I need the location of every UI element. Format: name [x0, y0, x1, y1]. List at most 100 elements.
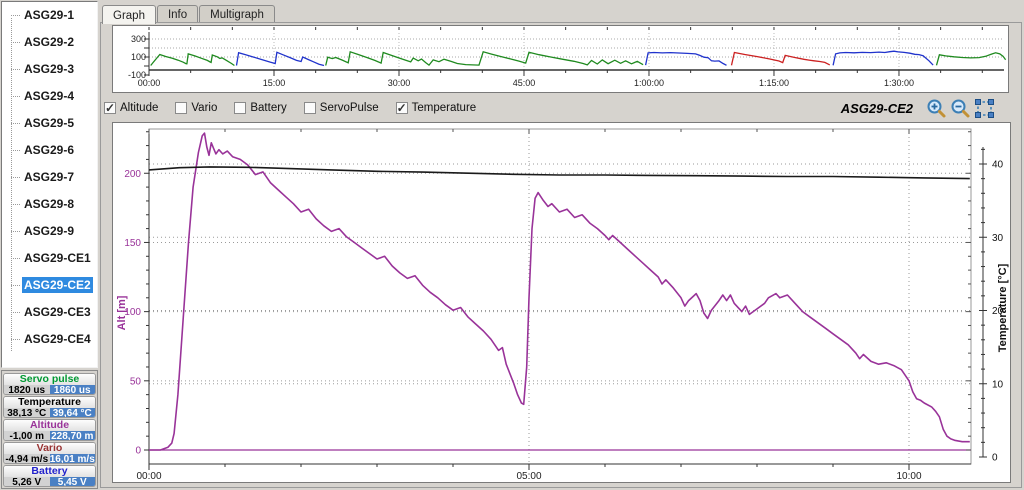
tab-multigraph[interactable]: Multigraph [199, 5, 275, 23]
checkbox-battery-label: Battery [250, 102, 286, 114]
svg-text:0: 0 [135, 446, 141, 457]
sidebar-item-asg29-ce3[interactable]: ASG29-CE3 [2, 299, 97, 326]
temperature-series [149, 167, 970, 179]
flight-label: ASG29-1 [22, 7, 76, 23]
sidebar-item-asg29-9[interactable]: ASG29-9 [2, 218, 97, 245]
checkbox-altitude-box[interactable] [104, 102, 116, 114]
flight-segment-1 [151, 54, 235, 66]
svg-text:Alt [m]: Alt [m] [116, 295, 128, 330]
checkbox-vario-label: Vario [191, 102, 217, 114]
svg-text:10:00: 10:00 [896, 471, 921, 482]
tab-bar: Graph Info Multigraph [102, 2, 276, 23]
selected-model-label: ASG29-CE2 [841, 101, 913, 116]
sidebar-item-asg29-5[interactable]: ASG29-5 [2, 110, 97, 137]
measurement-panel: Servo pulse 1820 us1860 us Temperature 3… [1, 370, 98, 489]
flight-label: ASG29-9 [22, 223, 76, 239]
checkbox-temperature-label: Temperature [412, 102, 477, 114]
svg-text:30:00: 30:00 [388, 78, 411, 88]
svg-text:40: 40 [992, 160, 1004, 171]
checkbox-servopulse-box[interactable] [304, 102, 316, 114]
flight-list-panel: ASG29-1 ASG29-2 ASG29-3 ASG29-4 ASG29-5 … [1, 1, 98, 368]
checkbox-vario-box[interactable] [175, 102, 187, 114]
measurement-label: Altitude [4, 420, 95, 431]
main-chart-svg[interactable]: 05010015020000:0005:0010:00010203040Alt … [113, 123, 1010, 482]
svg-text:00:00: 00:00 [136, 471, 161, 482]
sidebar-item-asg29-ce2[interactable]: ASG29-CE2 [2, 272, 97, 299]
checkbox-altitude[interactable]: Altitude [104, 102, 158, 114]
flight-segment-5 [732, 53, 830, 66]
flight-segment-2 [237, 52, 325, 65]
flight-segment-3 [326, 52, 643, 66]
measurement-row-partial [3, 488, 96, 489]
flight-label: ASG29-3 [22, 61, 76, 77]
checkbox-vario[interactable]: Vario [175, 102, 217, 114]
main-chart[interactable]: 05010015020000:0005:0010:00010203040Alt … [112, 122, 1011, 483]
measurement-min-value: 1820 us [4, 385, 50, 395]
measurement-max-value: 16,01 m/s [50, 454, 96, 464]
measurement-max-value: 228,70 m [50, 431, 96, 441]
flight-segment-4 [646, 53, 727, 66]
flight-label: ASG29-CE1 [22, 250, 93, 266]
flight-label: ASG29-6 [22, 142, 76, 158]
svg-text:1:00:00: 1:00:00 [634, 78, 664, 88]
sidebar-item-asg29-3[interactable]: ASG29-3 [2, 56, 97, 83]
tab-graph[interactable]: Graph [102, 5, 156, 24]
flight-label: ASG29-5 [22, 115, 76, 131]
checkbox-temperature[interactable]: Temperature [396, 102, 477, 114]
measurement-min-value: -4,94 m/s [4, 454, 50, 464]
measurement-max-value: 5,45 V [50, 477, 96, 487]
svg-text:30: 30 [992, 233, 1004, 244]
overview-chart-svg[interactable]: 300100-10000:0015:0030:0045:001:00:001:1… [113, 26, 1008, 92]
sidebar-item-asg29-4[interactable]: ASG29-4 [2, 83, 97, 110]
measurement-label: Servo pulse [4, 374, 95, 385]
flight-label: ASG29-7 [22, 169, 76, 185]
measurement-min-value: -1,00 m [4, 431, 50, 441]
zoom-reset-icon[interactable] [974, 98, 995, 119]
measurement-label: Vario [4, 443, 95, 454]
sidebar-item-asg29-6[interactable]: ASG29-6 [2, 137, 97, 164]
measurement-max-value: 1860 us [50, 385, 96, 395]
graph-header: ASG29-CE2 [841, 97, 995, 119]
measurement-row-servo-pulse: Servo pulse 1820 us1860 us [3, 373, 96, 395]
sidebar-item-asg29-ce4[interactable]: ASG29-CE4 [2, 326, 97, 353]
measurement-label: Temperature [4, 397, 95, 408]
measurement-min-value: 5,26 V [4, 477, 50, 487]
checkbox-battery[interactable]: Battery [234, 102, 286, 114]
flight-label: ASG29-CE2 [22, 277, 93, 293]
svg-text:10: 10 [992, 379, 1004, 390]
measurement-row-temperature: Temperature 38,13 °C39,64 °C [3, 396, 96, 418]
flight-segment-6 [833, 51, 933, 65]
measurement-max-value: 39,64 °C [50, 408, 96, 418]
zoom-out-icon[interactable] [950, 98, 971, 119]
zoom-in-icon[interactable] [926, 98, 947, 119]
svg-text:300: 300 [131, 34, 146, 44]
flight-label: ASG29-4 [22, 88, 76, 104]
tab-info[interactable]: Info [157, 5, 198, 23]
flight-label: ASG29-CE4 [22, 331, 93, 347]
sidebar-item-asg29-2[interactable]: ASG29-2 [2, 29, 97, 56]
svg-text:100: 100 [131, 52, 146, 62]
flight-label: ASG29-2 [22, 34, 76, 50]
svg-text:05:00: 05:00 [516, 471, 541, 482]
svg-text:15:00: 15:00 [263, 78, 286, 88]
svg-text:45:00: 45:00 [513, 78, 536, 88]
checkbox-altitude-label: Altitude [120, 102, 158, 114]
svg-text:1:15:00: 1:15:00 [759, 78, 789, 88]
flight-logger-window: { "sidebar": { "items": [ {"label":"ASG2… [0, 0, 1024, 490]
flight-label: ASG29-8 [22, 196, 76, 212]
checkbox-battery-box[interactable] [234, 102, 246, 114]
svg-text:150: 150 [124, 238, 141, 249]
session-overview-chart[interactable]: 300100-10000:0015:0030:0045:001:00:001:1… [112, 25, 1009, 93]
sidebar-item-asg29-1[interactable]: ASG29-1 [2, 2, 97, 29]
checkbox-servopulse[interactable]: ServoPulse [304, 102, 379, 114]
checkbox-temperature-box[interactable] [396, 102, 408, 114]
measurement-row-altitude: Altitude -1,00 m228,70 m [3, 419, 96, 441]
checkbox-servopulse-label: ServoPulse [320, 102, 379, 114]
measurement-label: Battery [4, 466, 95, 477]
sidebar-item-asg29-7[interactable]: ASG29-7 [2, 164, 97, 191]
sidebar-item-asg29-ce1[interactable]: ASG29-CE1 [2, 245, 97, 272]
svg-text:Temperature [°C]: Temperature [°C] [997, 263, 1009, 352]
svg-text:200: 200 [124, 169, 141, 180]
altitude-series [149, 133, 970, 450]
sidebar-item-asg29-8[interactable]: ASG29-8 [2, 191, 97, 218]
